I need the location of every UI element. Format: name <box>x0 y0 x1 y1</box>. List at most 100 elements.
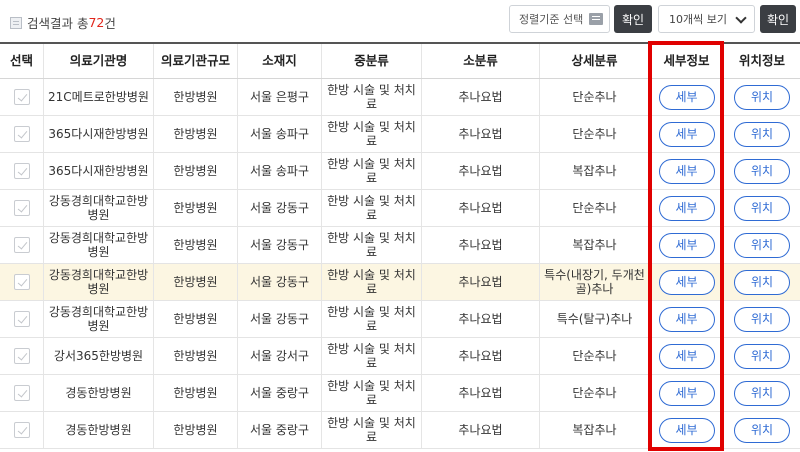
row-checkbox[interactable] <box>13 89 30 105</box>
detail-button[interactable]: 세부 <box>658 232 715 258</box>
hospital-location: 서울 송파구 <box>238 153 322 189</box>
detail-info-cell: 세부 <box>650 190 724 226</box>
location-button[interactable]: 위치 <box>734 121 790 147</box>
location-info-cell: 위치 <box>724 227 800 263</box>
hospital-size: 한방병원 <box>154 301 238 337</box>
location-info-cell: 위치 <box>724 264 800 300</box>
page-size-select[interactable]: 10개씩 보기 <box>658 5 755 33</box>
hospital-name: 365다시재한방병원 <box>44 153 154 189</box>
col-header-small-category: 소분류 <box>422 44 540 78</box>
detail-button[interactable]: 세부 <box>658 417 715 443</box>
location-button[interactable]: 위치 <box>734 343 790 369</box>
detail-button[interactable]: 세부 <box>658 195 715 221</box>
detail-category: 특수(탈구)추나 <box>540 301 650 337</box>
sort-confirm-button[interactable]: 확인 <box>614 5 652 33</box>
hospital-location: 서울 송파구 <box>238 116 322 152</box>
location-button[interactable]: 위치 <box>734 84 790 110</box>
location-info-cell: 위치 <box>724 338 800 374</box>
detail-category: 단순추나 <box>540 375 650 411</box>
hospital-location: 서울 강동구 <box>238 227 322 263</box>
location-button[interactable]: 위치 <box>734 158 790 184</box>
row-select-cell <box>0 375 44 411</box>
detail-info-cell: 세부 <box>650 412 724 448</box>
row-checkbox[interactable] <box>13 311 30 327</box>
row-checkbox[interactable] <box>13 385 30 401</box>
row-checkbox[interactable] <box>13 422 30 438</box>
mid-category: 한방 시술 및 처치료 <box>322 301 422 337</box>
location-button[interactable]: 위치 <box>734 380 790 406</box>
small-category: 추나요법 <box>422 264 540 300</box>
small-category: 추나요법 <box>422 412 540 448</box>
mid-category: 한방 시술 및 처치료 <box>322 79 422 115</box>
detail-category: 특수(내장기, 두개천골)추나 <box>540 264 650 300</box>
detail-button[interactable]: 세부 <box>658 158 715 184</box>
location-button[interactable]: 위치 <box>734 306 790 332</box>
col-header-location: 소재지 <box>238 44 322 78</box>
row-select-cell <box>0 190 44 226</box>
row-checkbox[interactable] <box>13 348 30 364</box>
detail-category: 복잡추나 <box>540 227 650 263</box>
page-size-label: 10개씩 보기 <box>669 13 727 26</box>
hospital-name: 강동경희대학교한방병원 <box>44 264 154 300</box>
sort-label: 정렬기준 선택 <box>519 13 584 26</box>
hospital-size: 한방병원 <box>154 79 238 115</box>
mid-category: 한방 시술 및 처치료 <box>322 190 422 226</box>
table-row: 365다시재한방병원 한방병원 서울 송파구 한방 시술 및 처치료 추나요법 단순추나 세… <box>0 116 800 153</box>
row-checkbox[interactable] <box>13 237 30 253</box>
row-select-cell <box>0 116 44 152</box>
detail-button[interactable]: 세부 <box>658 343 715 369</box>
mid-category: 한방 시술 및 처치료 <box>322 412 422 448</box>
hospital-location: 서울 중랑구 <box>238 412 322 448</box>
mid-category: 한방 시술 및 처치료 <box>322 375 422 411</box>
location-button[interactable]: 위치 <box>734 417 790 443</box>
col-header-mid-category: 중분류 <box>322 44 422 78</box>
hospital-name: 강동경희대학교한방병원 <box>44 227 154 263</box>
mid-category: 한방 시술 및 처치료 <box>322 264 422 300</box>
hospital-name: 강동경희대학교한방병원 <box>44 301 154 337</box>
hospital-location: 서울 은평구 <box>238 79 322 115</box>
location-info-cell: 위치 <box>724 79 800 115</box>
detail-category: 단순추나 <box>540 338 650 374</box>
table-header: 선택 의료기관명 의료기관규모 소재지 중분류 소분류 상세분류 세부정보 위치… <box>0 42 800 79</box>
mid-category: 한방 시술 및 처치료 <box>322 153 422 189</box>
list-icon <box>10 16 22 29</box>
detail-info-cell: 세부 <box>650 375 724 411</box>
hospital-size: 한방병원 <box>154 153 238 189</box>
detail-button[interactable]: 세부 <box>658 269 715 295</box>
detail-button[interactable]: 세부 <box>658 306 715 332</box>
hospital-size: 한방병원 <box>154 375 238 411</box>
row-checkbox[interactable] <box>13 163 30 179</box>
detail-category: 복잡추나 <box>540 153 650 189</box>
hospital-name: 365다시재한방병원 <box>44 116 154 152</box>
location-button[interactable]: 위치 <box>734 232 790 258</box>
page-size-confirm-button[interactable]: 확인 <box>760 5 796 33</box>
detail-info-cell: 세부 <box>650 227 724 263</box>
col-header-select: 선택 <box>0 44 44 78</box>
hospital-size: 한방병원 <box>154 338 238 374</box>
mid-category: 한방 시술 및 처치료 <box>322 116 422 152</box>
table-row: 경동한방병원 한방병원 서울 중랑구 한방 시술 및 처치료 추나요법 복잡추나 세부 위치 <box>0 412 800 449</box>
row-select-cell <box>0 338 44 374</box>
row-checkbox[interactable] <box>13 126 30 142</box>
detail-button[interactable]: 세부 <box>658 380 715 406</box>
detail-info-cell: 세부 <box>650 153 724 189</box>
detail-button[interactable]: 세부 <box>658 84 715 110</box>
table-row: 강동경희대학교한방병원 한방병원 서울 강동구 한방 시술 및 처치료 추나요법 복잡추나… <box>0 227 800 264</box>
small-category: 추나요법 <box>422 190 540 226</box>
chevron-down-icon <box>735 12 747 24</box>
col-header-size: 의료기관규모 <box>154 44 238 78</box>
results-toolbar: 검색결과 총 72 건 정렬기준 선택 확인 10개씩 보기 확인 <box>0 0 800 40</box>
table-row: 강동경희대학교한방병원 한방병원 서울 강동구 한방 시술 및 처치료 추나요법 단순추나… <box>0 190 800 227</box>
detail-button[interactable]: 세부 <box>658 121 715 147</box>
location-info-cell: 위치 <box>724 190 800 226</box>
table-row: 강서365한방병원 한방병원 서울 강서구 한방 시술 및 처치료 추나요법 단순추나 세부… <box>0 338 800 375</box>
small-category: 추나요법 <box>422 79 540 115</box>
detail-info-cell: 세부 <box>650 338 724 374</box>
row-checkbox[interactable] <box>13 274 30 290</box>
location-button[interactable]: 위치 <box>734 195 790 221</box>
row-select-cell <box>0 412 44 448</box>
row-checkbox[interactable] <box>13 200 30 216</box>
location-button[interactable]: 위치 <box>734 269 790 295</box>
sort-select-button[interactable]: 정렬기준 선택 <box>509 5 610 33</box>
row-select-cell <box>0 153 44 189</box>
